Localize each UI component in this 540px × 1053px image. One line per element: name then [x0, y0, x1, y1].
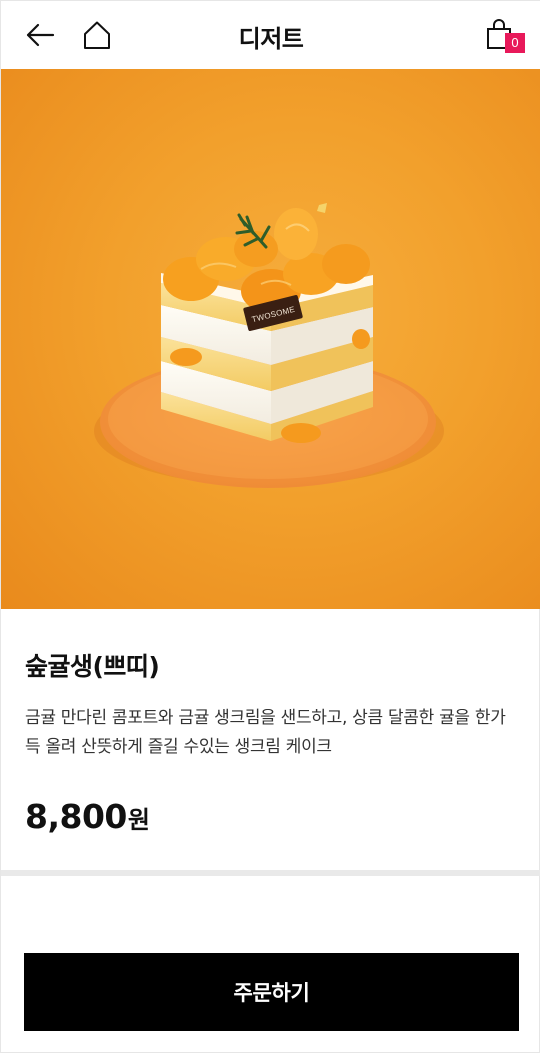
cart-button[interactable]: 0	[485, 15, 525, 55]
product-price: 8,800원	[25, 797, 150, 836]
top-app-bar: 디저트 0	[1, 1, 540, 69]
section-divider	[1, 870, 540, 876]
order-button[interactable]: 주문하기	[24, 953, 519, 1031]
cake-illustration: TWOSOME	[94, 203, 444, 488]
price-unit: 원	[127, 806, 150, 834]
product-name: 숲귤생(쁘띠)	[25, 652, 160, 681]
product-description: 금귤 만다린 콤포트와 금귤 생크림을 샌드하고, 상큼 달콤한 귤을 한가득 …	[25, 708, 506, 757]
price-value: 8,800	[25, 797, 127, 836]
page-title: 디저트	[238, 25, 304, 53]
app-frame: 디저트 0 TWOSOME 숲귤생(쁘띠) 금귤 만다린 콤포트와 금귤 생크림…	[0, 0, 540, 1053]
cart-count-badge: 0	[505, 33, 525, 53]
product-image: TWOSOME	[1, 69, 540, 609]
